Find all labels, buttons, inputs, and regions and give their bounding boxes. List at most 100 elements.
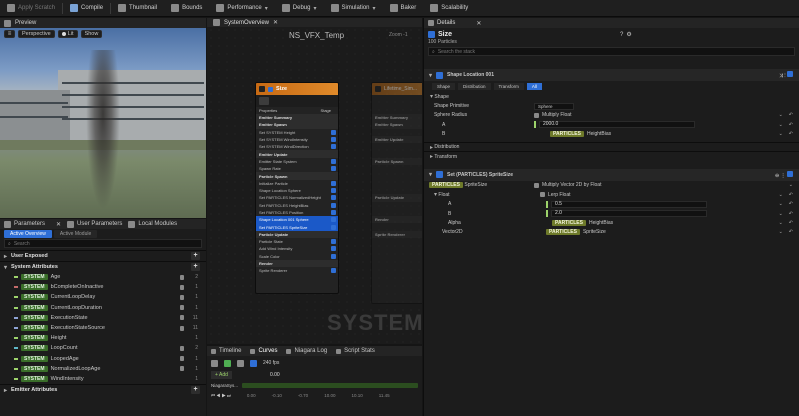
node-section-header[interactable]: Render — [372, 216, 422, 224]
tab-parameters[interactable]: Parameters ✕ — [4, 220, 61, 228]
reset-icon[interactable]: ↶ — [789, 122, 793, 128]
emitter-enabled-checkbox[interactable] — [268, 86, 273, 92]
param-row[interactable]: SYSTEM ExecutionState 11 — [0, 313, 206, 323]
param-row[interactable]: SYSTEM LoopedAge 1 — [0, 354, 206, 364]
module-enabled-checkbox[interactable] — [331, 246, 336, 252]
module-enabled-checkbox[interactable] — [436, 71, 444, 79]
reset-icon[interactable]: ↶ — [789, 131, 793, 137]
module-enabled-checkbox[interactable] — [331, 188, 336, 194]
a-value-input[interactable]: 2000.0 — [539, 121, 695, 129]
chevron-down-icon[interactable]: ⌄ — [779, 122, 783, 128]
param-row[interactable]: SYSTEM CurrentLoopDelay 1 — [0, 292, 206, 302]
reset-icon[interactable]: ↶ — [789, 112, 793, 118]
node-section-header[interactable]: Particle Spawn — [372, 157, 422, 166]
active-overview-button[interactable]: Active Overview — [4, 229, 52, 238]
module-enabled-checkbox[interactable] — [331, 158, 336, 164]
param-row[interactable]: SYSTEM NormalizedLoopAge 1 — [0, 364, 206, 374]
node-module-row[interactable]: Set SYSTEM WindDirection — [256, 143, 338, 150]
chevron-down-icon[interactable]: ⌄ — [779, 229, 783, 235]
shape-tab-transform[interactable]: Transform — [493, 83, 524, 90]
playback-controls[interactable]: ⏮ ◀ ▶ ⏭ — [211, 393, 231, 398]
magnet-icon[interactable] — [250, 359, 257, 367]
simulation-button[interactable]: Simulation ▾ — [324, 0, 383, 17]
track-bar[interactable] — [242, 382, 418, 388]
shape-primitive-select[interactable]: Sphere — [534, 102, 574, 110]
tab-timeline[interactable]: Timeline — [211, 348, 241, 354]
module-enabled-checkbox[interactable] — [331, 129, 336, 135]
module-enabled-checkbox[interactable] — [331, 180, 336, 186]
chevron-down-icon[interactable]: ⌄ — [779, 201, 783, 207]
curve-tool-icon[interactable] — [211, 359, 218, 367]
stack-search-input[interactable]: ⌕ Search the stack — [428, 47, 795, 56]
compile-button[interactable]: Compile — [63, 0, 110, 17]
apply-scratch-button[interactable]: Apply Scratch — [0, 0, 62, 17]
module-enabled-checkbox[interactable] — [331, 144, 336, 150]
track-label[interactable]: NiagaraSys... — [211, 383, 238, 388]
fps-select[interactable]: 240 fps — [263, 360, 279, 366]
node-section-header[interactable]: Render — [256, 259, 338, 268]
node-section-header[interactable]: Sprite Renderer — [372, 230, 422, 239]
chevron-down-icon[interactable]: ⌄ — [779, 211, 783, 217]
system-attributes-group[interactable]: ▾ System Attributes + — [0, 261, 206, 272]
module-enabled-checkbox[interactable] — [331, 137, 336, 143]
node-section-header[interactable]: Particle Update — [372, 194, 422, 202]
parameters-search-input[interactable]: ⌕ Search — [4, 239, 202, 248]
baker-button[interactable]: Baker — [383, 0, 424, 17]
debug-button[interactable]: Debug ▾ — [275, 0, 324, 17]
module-enabled-checkbox[interactable] — [331, 166, 336, 172]
reset-icon[interactable]: ↶ — [789, 192, 793, 198]
key-icon[interactable] — [237, 359, 244, 367]
add-user-parameter-button[interactable]: + — [191, 252, 200, 260]
help-icon[interactable]: ? — [620, 32, 623, 38]
node-section-header[interactable]: Emitter Spawn — [372, 121, 422, 129]
module-enabled-checkbox[interactable] — [331, 239, 336, 245]
node-module-row[interactable]: Shape Location Sphere — [256, 187, 338, 194]
module-enabled-checkbox[interactable] — [331, 202, 336, 208]
close-icon[interactable]: ✕ — [273, 19, 278, 26]
settings-icon[interactable]: ⚙ — [626, 31, 631, 38]
thumbnail-button[interactable]: Thumbnail — [111, 0, 164, 17]
active-module-button[interactable]: Active Module — [53, 229, 98, 238]
node-module-row[interactable]: Add Wind Intensity — [256, 245, 338, 252]
chevron-down-icon[interactable]: ⌄ — [779, 192, 783, 198]
module-enabled-checkbox[interactable] — [331, 224, 336, 230]
node-module-row[interactable]: Spawn Rate — [256, 165, 338, 172]
node-section-header[interactable]: Emitter Update — [256, 150, 338, 158]
chevron-down-icon[interactable]: ⌄ — [779, 220, 783, 226]
node-module-row[interactable]: Emitter State System — [256, 158, 338, 165]
shape-tab-distribution[interactable]: Distribution — [458, 83, 491, 90]
emitter-enabled-checkbox[interactable] — [428, 31, 435, 38]
add-track-button[interactable]: + Add — [211, 371, 232, 379]
chevron-down-icon[interactable]: ⌄ — [779, 131, 783, 137]
scalability-button[interactable]: Scalability — [423, 0, 475, 17]
emitter-node-size[interactable]: Size Properties Stage Emitter Summary Emi… — [255, 82, 339, 294]
node-module-row[interactable]: Sprite Renderer — [256, 267, 338, 274]
param-row[interactable]: SYSTEM ExecutionStateSource 11 — [0, 323, 206, 333]
node-section-header[interactable]: Emitter Summary — [256, 114, 338, 122]
system-overview-graph[interactable]: SystemOverview ✕ NS_VFX_Temp Zoom -1 SYS… — [207, 18, 422, 344]
shape-tab-all[interactable]: All — [526, 83, 542, 90]
node-module-row[interactable]: Initialize Particle — [256, 180, 338, 187]
transform-group-row[interactable]: ▸ Transform — [424, 151, 799, 160]
close-icon[interactable]: ✕ — [476, 20, 481, 27]
node-module-row[interactable]: Set PARTICLES HeightBias — [256, 202, 338, 209]
preview-viewport[interactable]: ≡ Perspective Lit Show — [0, 28, 206, 218]
b-binding[interactable]: HeightBias — [587, 131, 611, 137]
node-module-row[interactable] — [372, 150, 422, 157]
viewport-menu-button[interactable]: ≡ — [4, 30, 15, 38]
module-enabled-checkbox[interactable] — [331, 268, 336, 274]
param-row[interactable]: SYSTEM bCompleteOnInactive 1 — [0, 282, 206, 292]
add-system-parameter-button[interactable]: + — [191, 263, 200, 271]
tab-details[interactable]: Details — [437, 20, 455, 26]
vector2d-binding[interactable]: SpriteSize — [583, 229, 606, 235]
preview-tab[interactable]: Preview — [0, 18, 206, 28]
param-row[interactable]: SYSTEM CurrentLoopDuration 1 — [0, 303, 206, 313]
node-module-row[interactable] — [372, 143, 422, 150]
tab-niagara-log[interactable]: Niagara Log — [286, 348, 327, 354]
node-module-row[interactable] — [372, 165, 422, 172]
shape-location-section[interactable]: ▾ Shape Location 001 ⤨ ⋮ — [424, 69, 799, 81]
alpha-binding[interactable]: HeightBias — [589, 220, 613, 226]
emitter-attributes-group[interactable]: ▸ Emitter Attributes + — [0, 384, 206, 395]
param-row[interactable]: SYSTEM WindIntensity 1 — [0, 374, 206, 384]
node-section-header[interactable]: Particle Update — [256, 230, 338, 239]
